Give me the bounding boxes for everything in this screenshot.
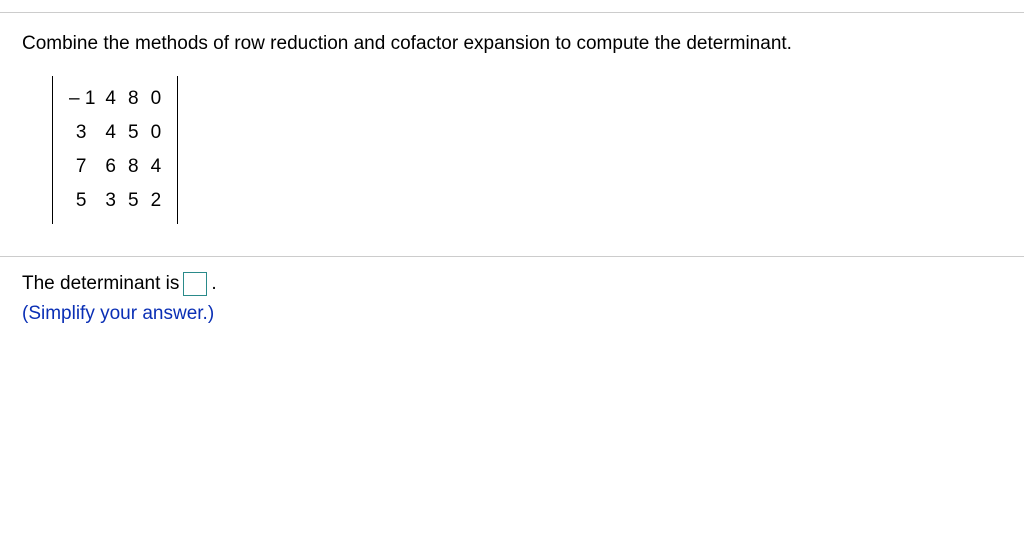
matrix-cell: 7 xyxy=(63,150,99,184)
matrix-cell: 4 xyxy=(99,82,122,116)
matrix-table: – 1 4 8 0 3 4 5 0 7 6 8 4 xyxy=(63,82,167,218)
matrix-cell: – 1 xyxy=(63,82,99,116)
matrix-cell: 5 xyxy=(122,184,145,218)
matrix-cell: 8 xyxy=(122,82,145,116)
matrix-cell: 0 xyxy=(145,116,168,150)
answer-hint: (Simplify your answer.) xyxy=(22,299,1002,329)
question-prompt: Combine the methods of row reduction and… xyxy=(22,31,1002,58)
answer-prefix: The determinant is xyxy=(22,269,179,299)
matrix-cell: 8 xyxy=(122,150,145,184)
answer-section: The determinant is . (Simplify your answ… xyxy=(0,257,1024,330)
matrix-cell: 3 xyxy=(63,116,99,150)
matrix-row: 7 6 8 4 xyxy=(63,150,167,184)
matrix-row: – 1 4 8 0 xyxy=(63,82,167,116)
matrix-cell: 3 xyxy=(99,184,122,218)
matrix-cell: 4 xyxy=(99,116,122,150)
answer-suffix: . xyxy=(211,269,216,299)
question-section: Combine the methods of row reduction and… xyxy=(0,13,1024,256)
determinant-brackets: – 1 4 8 0 3 4 5 0 7 6 8 4 xyxy=(52,76,178,224)
matrix-cell: 6 xyxy=(99,150,122,184)
matrix-row: 3 4 5 0 xyxy=(63,116,167,150)
matrix-cell: 4 xyxy=(145,150,168,184)
determinant-input[interactable] xyxy=(183,272,207,296)
answer-line: The determinant is . xyxy=(22,269,1002,299)
matrix-cell: 2 xyxy=(145,184,168,218)
matrix-cell: 5 xyxy=(63,184,99,218)
matrix-cell: 0 xyxy=(145,82,168,116)
matrix-row: 5 3 5 2 xyxy=(63,184,167,218)
determinant-matrix: – 1 4 8 0 3 4 5 0 7 6 8 4 xyxy=(52,76,1002,230)
matrix-cell: 5 xyxy=(122,116,145,150)
